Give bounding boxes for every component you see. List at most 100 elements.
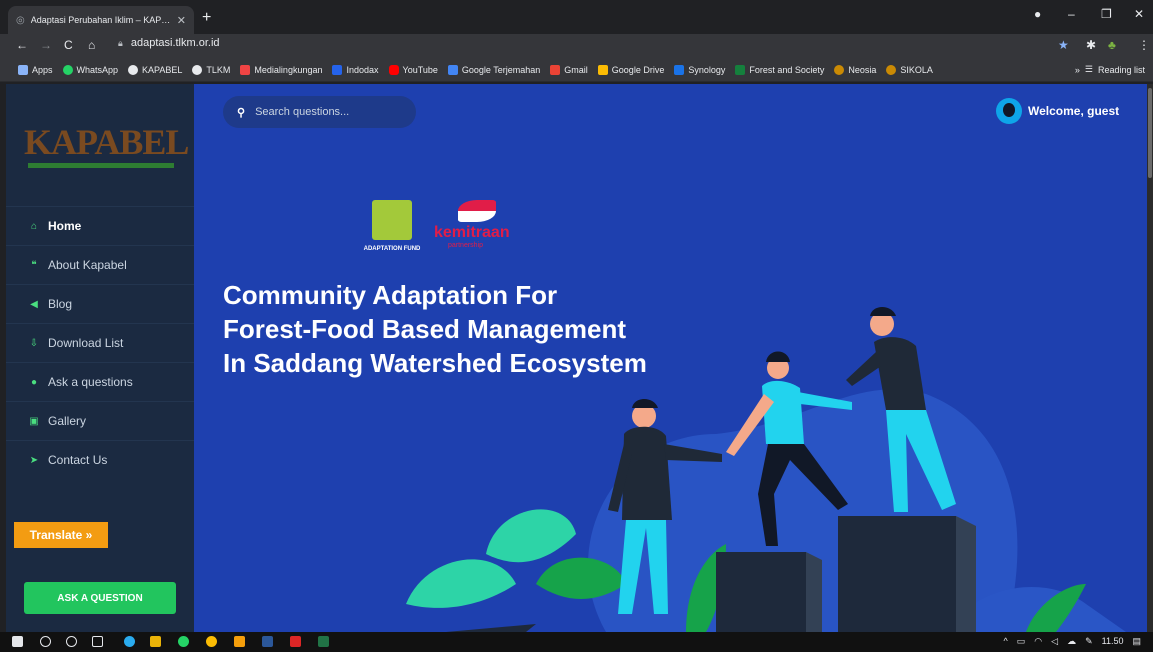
bookmark-indodax[interactable]: Indodax xyxy=(332,64,379,75)
cortana-icon[interactable] xyxy=(66,636,77,647)
menu-icon[interactable]: ⋮ xyxy=(1138,38,1150,52)
search-input[interactable] xyxy=(255,106,396,118)
leaf-icon xyxy=(735,64,746,75)
close-tab-icon[interactable]: ✕ xyxy=(177,14,186,27)
bookmark-youtube[interactable]: YouTube xyxy=(388,64,438,75)
user-menu[interactable]: Welcome, guest xyxy=(996,98,1119,124)
battery-icon[interactable]: ▭ xyxy=(1017,636,1026,647)
bookmark-synology[interactable]: Synology xyxy=(674,64,725,75)
download-icon: ⇩ xyxy=(29,337,39,349)
more-bookmarks-icon[interactable]: » xyxy=(1075,65,1080,75)
bookmark-sikola[interactable]: SIKOLA xyxy=(886,64,933,75)
bookmark-google-terjemahan[interactable]: Google Terjemahan xyxy=(447,64,540,75)
bookmark-star-icon[interactable]: ★ xyxy=(1058,38,1069,52)
bookmark-whatsapp[interactable]: WhatsApp xyxy=(62,64,118,75)
extensions-icon[interactable]: ✱ xyxy=(1086,38,1096,52)
address-bar[interactable]: 🔒︎ adaptasi.tlkm.or.id xyxy=(118,37,220,49)
forward-icon[interactable]: → xyxy=(40,38,52,52)
pen-icon[interactable]: ✎ xyxy=(1085,636,1093,647)
new-tab-button[interactable]: + xyxy=(202,9,211,27)
file-explorer-icon[interactable] xyxy=(234,636,245,647)
neosia-icon xyxy=(834,64,845,75)
clock[interactable]: 11.50 xyxy=(1102,636,1124,647)
chevron-up-icon[interactable]: ^ xyxy=(1004,636,1008,647)
welcome-text: Welcome, guest xyxy=(1028,104,1120,118)
gmail-icon xyxy=(550,64,561,75)
notification-icon[interactable]: ▤ xyxy=(1132,636,1141,647)
indodax-icon xyxy=(332,64,343,75)
avatar xyxy=(996,98,1022,124)
reading-list-icon: ☰ xyxy=(1084,64,1093,74)
search-bar[interactable]: ⚲ xyxy=(223,96,416,128)
address-toolbar: ← → C ⌂ 🔒︎ adaptasi.tlkm.or.id ★ ✱ ♣ ⋮ xyxy=(0,34,1153,58)
sidebar-item-gallery[interactable]: ▣ Gallery xyxy=(6,401,194,440)
home-icon[interactable]: ⌂ xyxy=(88,38,95,52)
bookmark-medialingkungan[interactable]: Medialingkungan xyxy=(240,64,322,75)
word-icon[interactable] xyxy=(262,636,273,647)
bookmarks-bar: Apps WhatsApp KAPABEL TLKM Medialingkung… xyxy=(0,58,1153,82)
sidebar-item-about[interactable]: ❝ About Kapabel xyxy=(6,245,194,284)
bookmark-gmail[interactable]: Gmail xyxy=(550,64,588,75)
sidebar-item-ask[interactable]: ● Ask a questions xyxy=(6,362,194,401)
sidebar-item-blog[interactable]: ◀ Blog xyxy=(6,284,194,323)
sidebar-item-contact[interactable]: ➤ Contact Us xyxy=(6,440,194,479)
tab-strip: ◎ Adaptasi Perubahan Iklim – KAP… ✕ + ● … xyxy=(0,0,1153,34)
youtube-icon xyxy=(388,64,399,75)
whatsapp-icon xyxy=(62,64,73,75)
synology-icon xyxy=(674,64,685,75)
adaptation-fund-logo: ADAPTATION FUND xyxy=(352,200,432,260)
scroll-thumb[interactable] xyxy=(1148,88,1152,178)
cloud-icon[interactable]: ☁ xyxy=(1067,636,1076,647)
bookmark-tlkm[interactable]: TLKM xyxy=(192,64,230,75)
globe-icon xyxy=(192,64,203,75)
search-icon[interactable] xyxy=(40,636,51,647)
ask-question-button[interactable]: ASK A QUESTION xyxy=(24,582,176,614)
teamwork-illustration xyxy=(406,307,1126,632)
sidebar-item-download[interactable]: ⇩ Download List xyxy=(6,323,194,362)
sidebar-item-home[interactable]: ⌂ Home xyxy=(6,206,194,245)
windows-taskbar: ^ ▭ ◠ ◁ ☁ ✎ 11.50 ▤ xyxy=(0,632,1153,652)
adaptation-fund-icon xyxy=(372,200,412,240)
gallery-icon: ▣ xyxy=(29,415,39,427)
reload-icon[interactable]: C xyxy=(64,38,73,52)
chrome-icon[interactable] xyxy=(206,636,217,647)
sikola-icon xyxy=(886,64,897,75)
bookmark-google-drive[interactable]: Google Drive xyxy=(597,64,664,75)
close-window-button[interactable]: ✕ xyxy=(1134,7,1144,21)
reading-list-button[interactable]: » ☰ Reading list xyxy=(1075,64,1145,75)
profile-icon[interactable]: ● xyxy=(1034,7,1041,21)
translate-button[interactable]: Translate » xyxy=(14,522,108,548)
medialingkungan-icon xyxy=(240,64,251,75)
volume-icon[interactable]: ◁ xyxy=(1051,636,1058,647)
minimize-button[interactable]: – xyxy=(1068,7,1075,21)
sidebar-menu: ⌂ Home ❝ About Kapabel ◀ Blog ⇩ Download Lis… xyxy=(6,206,194,479)
globe-icon: ◎ xyxy=(16,14,25,26)
tree-extension-icon[interactable]: ♣ xyxy=(1108,38,1116,52)
apps-grid-icon xyxy=(18,64,28,75)
chat-icon: ● xyxy=(30,376,38,388)
bookmark-forest-society[interactable]: Forest and Society xyxy=(735,64,824,75)
app-icon[interactable] xyxy=(150,636,161,647)
bookmark-kapabel[interactable]: KAPABEL xyxy=(128,64,182,75)
wifi-icon[interactable]: ◠ xyxy=(1034,636,1042,647)
tab-title: Adaptasi Perubahan Iklim – KAP… xyxy=(30,15,171,25)
bookmark-neosia[interactable]: Neosia xyxy=(834,64,876,75)
windows-start-icon[interactable] xyxy=(12,636,23,647)
pdf-icon[interactable] xyxy=(290,636,301,647)
home-icon: ⌂ xyxy=(30,220,38,232)
system-tray: ^ ▭ ◠ ◁ ☁ ✎ 11.50 ▤ xyxy=(1004,636,1141,647)
browser-tab[interactable]: ◎ Adaptasi Perubahan Iklim – KAP… ✕ xyxy=(8,6,194,34)
whatsapp-icon[interactable] xyxy=(178,636,189,647)
bookmark-apps[interactable]: Apps xyxy=(18,64,53,75)
task-view-icon[interactable] xyxy=(92,636,103,647)
web-page: KAPABEL ⌂ Home ❝ About Kapabel ◀ Blog ⇩ Down… xyxy=(6,84,1147,632)
excel-icon[interactable] xyxy=(318,636,329,647)
maximize-button[interactable]: ❐ xyxy=(1101,7,1112,21)
kapabel-logo[interactable]: KAPABEL xyxy=(24,120,189,170)
sidebar: KAPABEL ⌂ Home ❝ About Kapabel ◀ Blog ⇩ Down… xyxy=(6,84,194,632)
telegram-icon[interactable] xyxy=(124,636,135,647)
back-icon[interactable]: ← xyxy=(16,38,28,52)
globe-icon xyxy=(128,64,139,75)
quote-icon: ❝ xyxy=(31,259,37,271)
search-icon: ⚲ xyxy=(237,106,246,119)
